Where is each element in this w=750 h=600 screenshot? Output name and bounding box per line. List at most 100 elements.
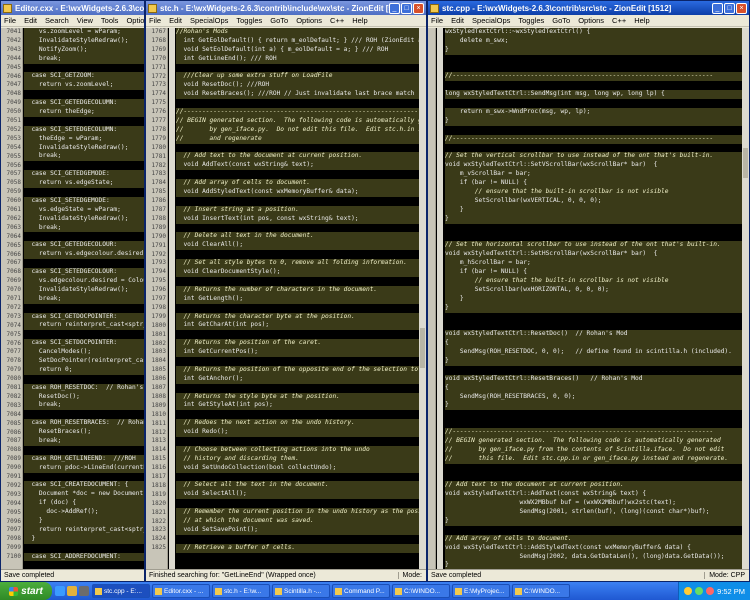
line-number: 1800 (151, 321, 166, 329)
code-line: if (bar != NULL) { (445, 179, 742, 189)
close-button[interactable]: × (736, 2, 747, 14)
menu-toggles[interactable]: Toggles (518, 16, 544, 25)
status-text: Save completed (4, 572, 55, 579)
stc-h-code-area[interactable]: //Rohan's Mods int GetEolDefault() { ret… (146, 28, 426, 569)
code-line: } (445, 516, 742, 526)
code-line: // Returns the number of characters in t… (176, 285, 419, 295)
taskbar-button[interactable]: C:\WINDO... (392, 584, 450, 598)
taskbar-button[interactable]: Command P... (332, 584, 390, 598)
menu-view[interactable]: View (77, 16, 93, 25)
line-number: 7061 (6, 206, 21, 213)
editor-cxx-titlebar[interactable]: Editor.cxx - E:\wxWidgets-2.6.3\contrib\… (1, 1, 144, 15)
line-number: 7073 (6, 312, 21, 320)
line-number: 1767 (151, 28, 166, 35)
taskbar-button[interactable]: stc.cpp - E:... (92, 584, 150, 598)
taskbar-button[interactable]: Editor.cxx - ... (152, 584, 210, 598)
tray-icon[interactable] (684, 587, 693, 595)
menu-help[interactable]: Help (634, 16, 649, 25)
stc-h-window[interactable]: stc.h - E:\wxWidgets-2.6.3\contrib\inclu… (145, 0, 427, 582)
menu-options[interactable]: Options (126, 16, 144, 25)
editor-cxx-code-area[interactable]: vs.zoomLevel = wParam; InvalidateStyleRe… (1, 28, 144, 569)
folder-icon[interactable] (67, 586, 77, 596)
menu-edit[interactable]: Edit (169, 16, 182, 25)
line-number: 7100 (6, 553, 21, 561)
line-number: 1818 (151, 481, 166, 489)
menu-file[interactable]: File (4, 16, 16, 25)
menu-specialops[interactable]: SpecialOps (190, 16, 228, 25)
stc-h-titlebar[interactable]: stc.h - E:\wxWidgets-2.6.3\contrib\inclu… (146, 1, 426, 15)
stc-cpp-window[interactable]: stc.cpp - E:\wxWidgets-2.6.3\contrib\src… (427, 0, 750, 582)
minimize-button[interactable]: _ (389, 2, 400, 14)
menu-options[interactable]: Options (578, 16, 604, 25)
code-line: // Set all style bytes to 0, remove all … (176, 259, 419, 269)
code-line: case SCI_SETDOCPOINTER: (24, 339, 144, 349)
fold-margin[interactable] (169, 28, 175, 569)
menu-search[interactable]: Search (45, 16, 69, 25)
menu-file[interactable]: File (431, 16, 443, 25)
taskbar-button[interactable]: C:\WINDO... (512, 584, 570, 598)
stc-cpp-menubar: File Edit SpecialOps Toggles GoTo Options C++ H… (428, 15, 749, 27)
line-number: 1817 (151, 473, 166, 480)
code-line: // Set the vertical scrollbar to use ins… (445, 152, 742, 162)
tray-icon[interactable] (706, 587, 715, 595)
tray-icon[interactable] (695, 587, 704, 595)
line-number: 1822 (151, 517, 166, 525)
desktop-icon[interactable] (79, 586, 89, 596)
menu-goto[interactable]: GoTo (552, 16, 570, 25)
code-line: SendMsg(ROH_RESETDOC, 0, 0); // define f… (445, 348, 742, 357)
menu-goto[interactable]: GoTo (270, 16, 288, 25)
line-number: 7067 (6, 259, 21, 267)
taskbar-button[interactable]: E:\MyProjec... (452, 584, 510, 598)
taskbar-button[interactable]: Scintilla.h -... (272, 584, 330, 598)
line-number: 1803 (151, 348, 166, 356)
menu-edit[interactable]: Edit (451, 16, 464, 25)
window-icon (515, 587, 522, 595)
minimize-button[interactable]: _ (712, 2, 723, 14)
menu-tools[interactable]: Tools (101, 16, 119, 25)
maximize-button[interactable]: □ (401, 2, 412, 14)
line-number: 1810 (151, 410, 166, 418)
scroll-thumb[interactable] (743, 148, 748, 178)
code-line: void wxStyledTextCtrl::ResetBraces() // … (445, 374, 742, 384)
line-number: 7078 (6, 357, 21, 365)
code-line: long wxStyledTextCtrl::SendMsg(int msg, … (445, 90, 742, 100)
task-buttons: stc.cpp - E:... Editor.cxx - ... stc.h - E… (92, 584, 678, 598)
code-line: int GetEolDefault() { return m_eolDefaul… (176, 36, 419, 46)
stc-cpp-titlebar[interactable]: stc.cpp - E:\wxWidgets-2.6.3\contrib\src… (428, 1, 749, 15)
taskbar-button[interactable]: stc.h - E:\w... (212, 584, 270, 598)
code-line: int GetCurrentPos(); (176, 348, 419, 357)
code-line: // ensure that the built-in scrollbar is… (445, 188, 742, 197)
browser-icon[interactable] (55, 586, 65, 596)
vertical-scrollbar[interactable] (742, 28, 749, 569)
code-line: SendMsg(2002, data.GetDataLen(), (long)d… (445, 552, 742, 562)
code-line: doc->AddRef(); (24, 508, 144, 517)
line-number: 7060 (6, 197, 21, 205)
menu-help[interactable]: Help (352, 16, 367, 25)
app-icon (3, 3, 12, 13)
menu-specialops[interactable]: SpecialOps (472, 16, 510, 25)
stc-cpp-code-area[interactable]: wxStyledTextCtrl::~wxStyledTextCtrl() { … (428, 28, 749, 569)
menu-toggles[interactable]: Toggles (236, 16, 262, 25)
menu-options[interactable]: Options (296, 16, 322, 25)
menu-file[interactable]: File (149, 16, 161, 25)
line-number: 7055 (6, 152, 21, 160)
line-number: 7079 (6, 366, 21, 374)
close-button[interactable]: × (413, 2, 424, 14)
fold-margin[interactable] (437, 28, 443, 569)
menu-c-[interactable]: C++ (612, 16, 626, 25)
editor-cxx-window[interactable]: Editor.cxx - E:\wxWidgets-2.6.3\contrib\… (0, 0, 145, 582)
scroll-thumb[interactable] (420, 328, 425, 368)
start-button[interactable]: start (0, 582, 52, 600)
maximize-button[interactable]: □ (724, 2, 735, 14)
menu-c-[interactable]: C++ (330, 16, 344, 25)
code-line: void wxStyledTextCtrl::ResetDoc() // Roh… (445, 330, 742, 340)
vertical-scrollbar[interactable] (419, 28, 426, 569)
menu-edit[interactable]: Edit (24, 16, 37, 25)
